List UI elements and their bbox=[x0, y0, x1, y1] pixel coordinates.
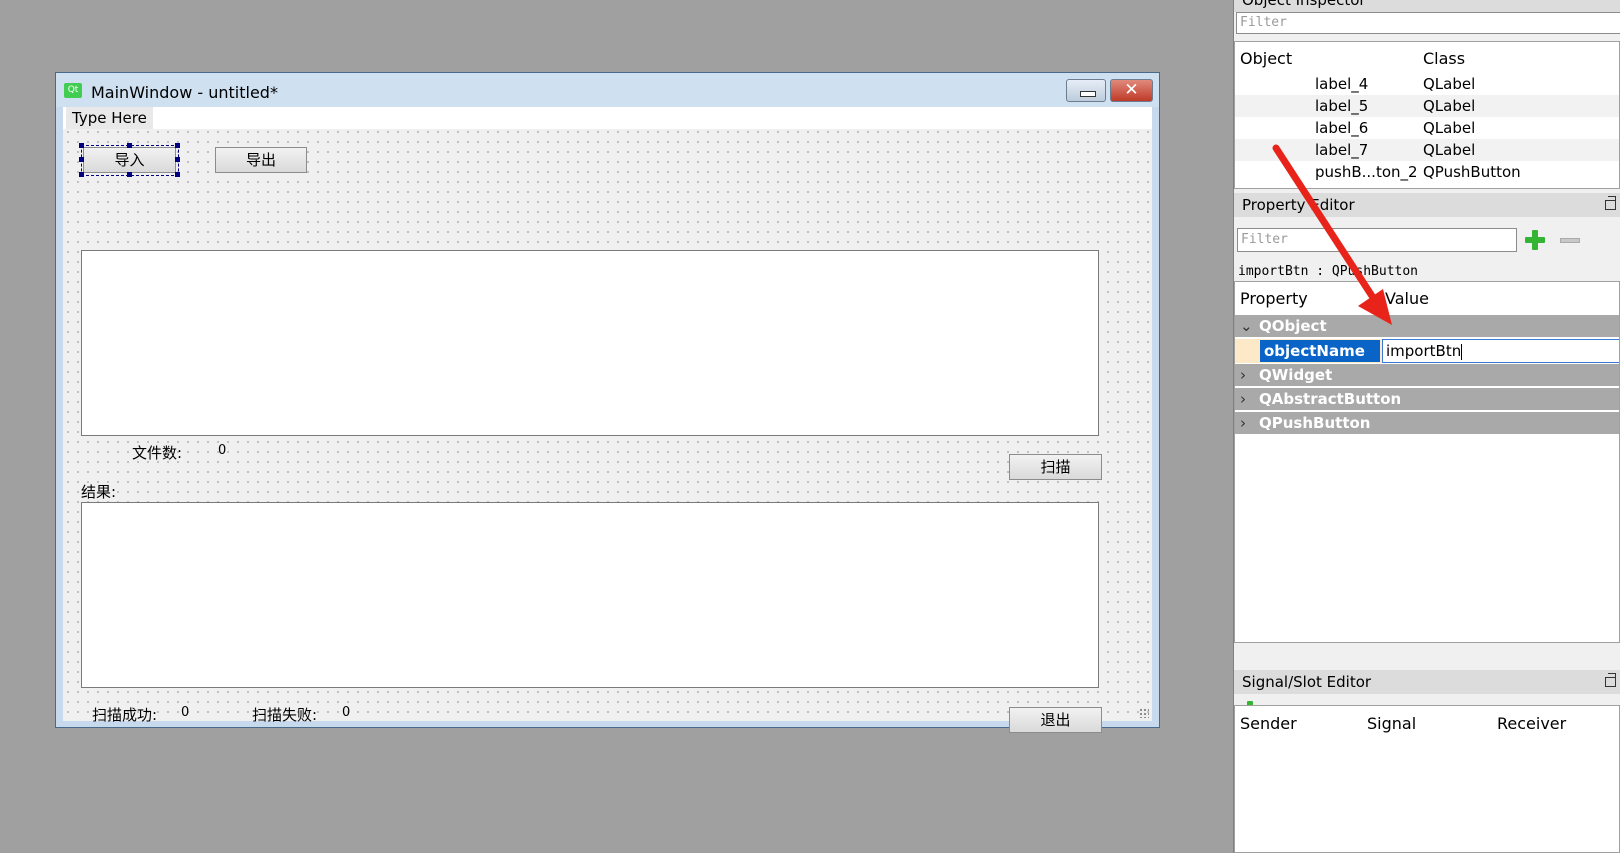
tree-row[interactable]: label_7 QLabel bbox=[1235, 139, 1619, 161]
row-class: QPushButton bbox=[1423, 163, 1521, 181]
property-filter-input[interactable]: Filter bbox=[1237, 228, 1517, 252]
main-window-form: Qt MainWindow - untitled* ✕ Type Here 导入… bbox=[55, 72, 1160, 733]
column-value[interactable]: Value bbox=[1385, 289, 1429, 308]
file-count-label: 文件数: bbox=[132, 444, 183, 462]
property-value-text: importBtn bbox=[1386, 342, 1462, 360]
group-qabstractbutton[interactable]: › QAbstractButton bbox=[1235, 388, 1619, 410]
right-dock: Object Inspector Filter Object Class lab… bbox=[1233, 0, 1620, 853]
group-qwidget[interactable]: › QWidget bbox=[1235, 364, 1619, 386]
tree-row[interactable]: label_5 QLabel bbox=[1235, 95, 1619, 117]
resize-handle[interactable] bbox=[79, 157, 84, 162]
signal-slot-editor-titlebar: Signal/Slot Editor bbox=[1234, 670, 1620, 694]
form-canvas[interactable]: Type Here 导入 导出 文件数: 0 扫描 结果: 扫描成功: 0 扫描… bbox=[63, 107, 1152, 733]
row-class: QLabel bbox=[1423, 119, 1476, 137]
float-dock-icon[interactable] bbox=[1605, 196, 1616, 210]
property-editor-title: Property Editor bbox=[1242, 196, 1355, 214]
scan-fail-label: 扫描失败: bbox=[252, 706, 318, 724]
group-name: QPushButton bbox=[1259, 414, 1371, 432]
tree-row[interactable]: label_6 QLabel bbox=[1235, 117, 1619, 139]
chevron-right-icon: › bbox=[1240, 390, 1246, 408]
chevron-right-icon: › bbox=[1240, 414, 1246, 432]
group-qobject[interactable]: ⌄ QObject bbox=[1235, 315, 1619, 337]
scan-button[interactable]: 扫描 bbox=[1009, 454, 1102, 480]
row-object: label_7 bbox=[1315, 141, 1369, 159]
property-row-objectname[interactable]: objectName importBtn bbox=[1235, 339, 1619, 363]
add-dynamic-property-icon[interactable] bbox=[1524, 229, 1546, 251]
resize-handle[interactable] bbox=[79, 172, 84, 177]
group-qpushbutton[interactable]: › QPushButton bbox=[1235, 412, 1619, 434]
file-list-textedit[interactable] bbox=[81, 250, 1099, 436]
group-name: QObject bbox=[1259, 317, 1327, 335]
selected-object-class: importBtn : QPushButton bbox=[1238, 264, 1419, 279]
row-class: QLabel bbox=[1423, 141, 1476, 159]
scan-fail-value: 0 bbox=[342, 705, 351, 720]
minimize-button[interactable] bbox=[1066, 79, 1106, 102]
scan-success-value: 0 bbox=[181, 705, 190, 720]
exit-button[interactable]: 退出 bbox=[1009, 707, 1102, 733]
object-inspector-title-text: Object Inspector bbox=[1242, 0, 1366, 9]
row-class: QLabel bbox=[1423, 75, 1476, 93]
column-sender[interactable]: Sender bbox=[1240, 714, 1297, 733]
size-grip-icon[interactable] bbox=[1139, 708, 1149, 718]
connections-table[interactable]: Sender Signal Receiver bbox=[1234, 705, 1620, 853]
resize-handle[interactable] bbox=[175, 143, 180, 148]
menu-type-here[interactable]: Type Here bbox=[66, 107, 153, 129]
result-label: 结果: bbox=[81, 483, 117, 501]
chevron-right-icon: › bbox=[1240, 366, 1246, 384]
tree-row[interactable]: label_4 QLabel bbox=[1235, 73, 1619, 95]
chevron-down-icon: ⌄ bbox=[1240, 317, 1253, 335]
row-class: QLabel bbox=[1423, 97, 1476, 115]
float-dock-icon[interactable] bbox=[1605, 673, 1616, 687]
column-object[interactable]: Object bbox=[1240, 49, 1292, 68]
object-inspector-tree[interactable]: Object Class label_4 QLabel label_5 QLab… bbox=[1234, 41, 1620, 189]
column-property[interactable]: Property bbox=[1240, 289, 1308, 308]
property-name: objectName bbox=[1260, 340, 1380, 362]
group-name: QWidget bbox=[1259, 366, 1333, 384]
window-title: MainWindow - untitled* bbox=[91, 83, 278, 102]
object-inspector-title: Object Inspector bbox=[1234, 0, 1620, 12]
file-count-value: 0 bbox=[218, 443, 227, 458]
resize-handle[interactable] bbox=[79, 143, 84, 148]
row-object: pushB...ton_2 bbox=[1315, 163, 1418, 181]
resize-handle[interactable] bbox=[175, 172, 180, 177]
row-object: label_6 bbox=[1315, 119, 1369, 137]
signal-slot-editor-title: Signal/Slot Editor bbox=[1242, 673, 1372, 691]
window-titlebar[interactable]: Qt MainWindow - untitled* ✕ bbox=[56, 73, 1159, 107]
column-class[interactable]: Class bbox=[1423, 49, 1465, 68]
group-name: QAbstractButton bbox=[1259, 390, 1402, 408]
export-button[interactable]: 导出 bbox=[215, 147, 307, 173]
scan-success-label: 扫描成功: bbox=[92, 706, 158, 724]
property-tree[interactable]: Property Value ⌄ QObject objectName impo… bbox=[1234, 281, 1620, 643]
resize-handle[interactable] bbox=[127, 172, 132, 177]
column-receiver[interactable]: Receiver bbox=[1497, 714, 1566, 733]
close-button[interactable]: ✕ bbox=[1110, 79, 1153, 102]
property-value-editor[interactable]: importBtn bbox=[1382, 339, 1619, 363]
menu-bar: Type Here bbox=[63, 107, 1152, 129]
row-object: label_5 bbox=[1315, 97, 1369, 115]
result-textedit[interactable] bbox=[81, 502, 1099, 688]
text-caret bbox=[1461, 343, 1463, 360]
remove-dynamic-property-icon[interactable] bbox=[1560, 238, 1580, 243]
object-inspector-filter[interactable]: Filter bbox=[1236, 12, 1620, 34]
row-object: label_4 bbox=[1315, 75, 1369, 93]
tree-row[interactable]: pushB...ton_2 QPushButton bbox=[1235, 161, 1619, 183]
qt-logo-icon: Qt bbox=[64, 83, 82, 98]
resize-handle[interactable] bbox=[175, 157, 180, 162]
property-editor-titlebar: Property Editor bbox=[1234, 193, 1620, 217]
selection-frame bbox=[79, 143, 180, 177]
resize-handle[interactable] bbox=[127, 143, 132, 148]
column-signal[interactable]: Signal bbox=[1367, 714, 1416, 733]
